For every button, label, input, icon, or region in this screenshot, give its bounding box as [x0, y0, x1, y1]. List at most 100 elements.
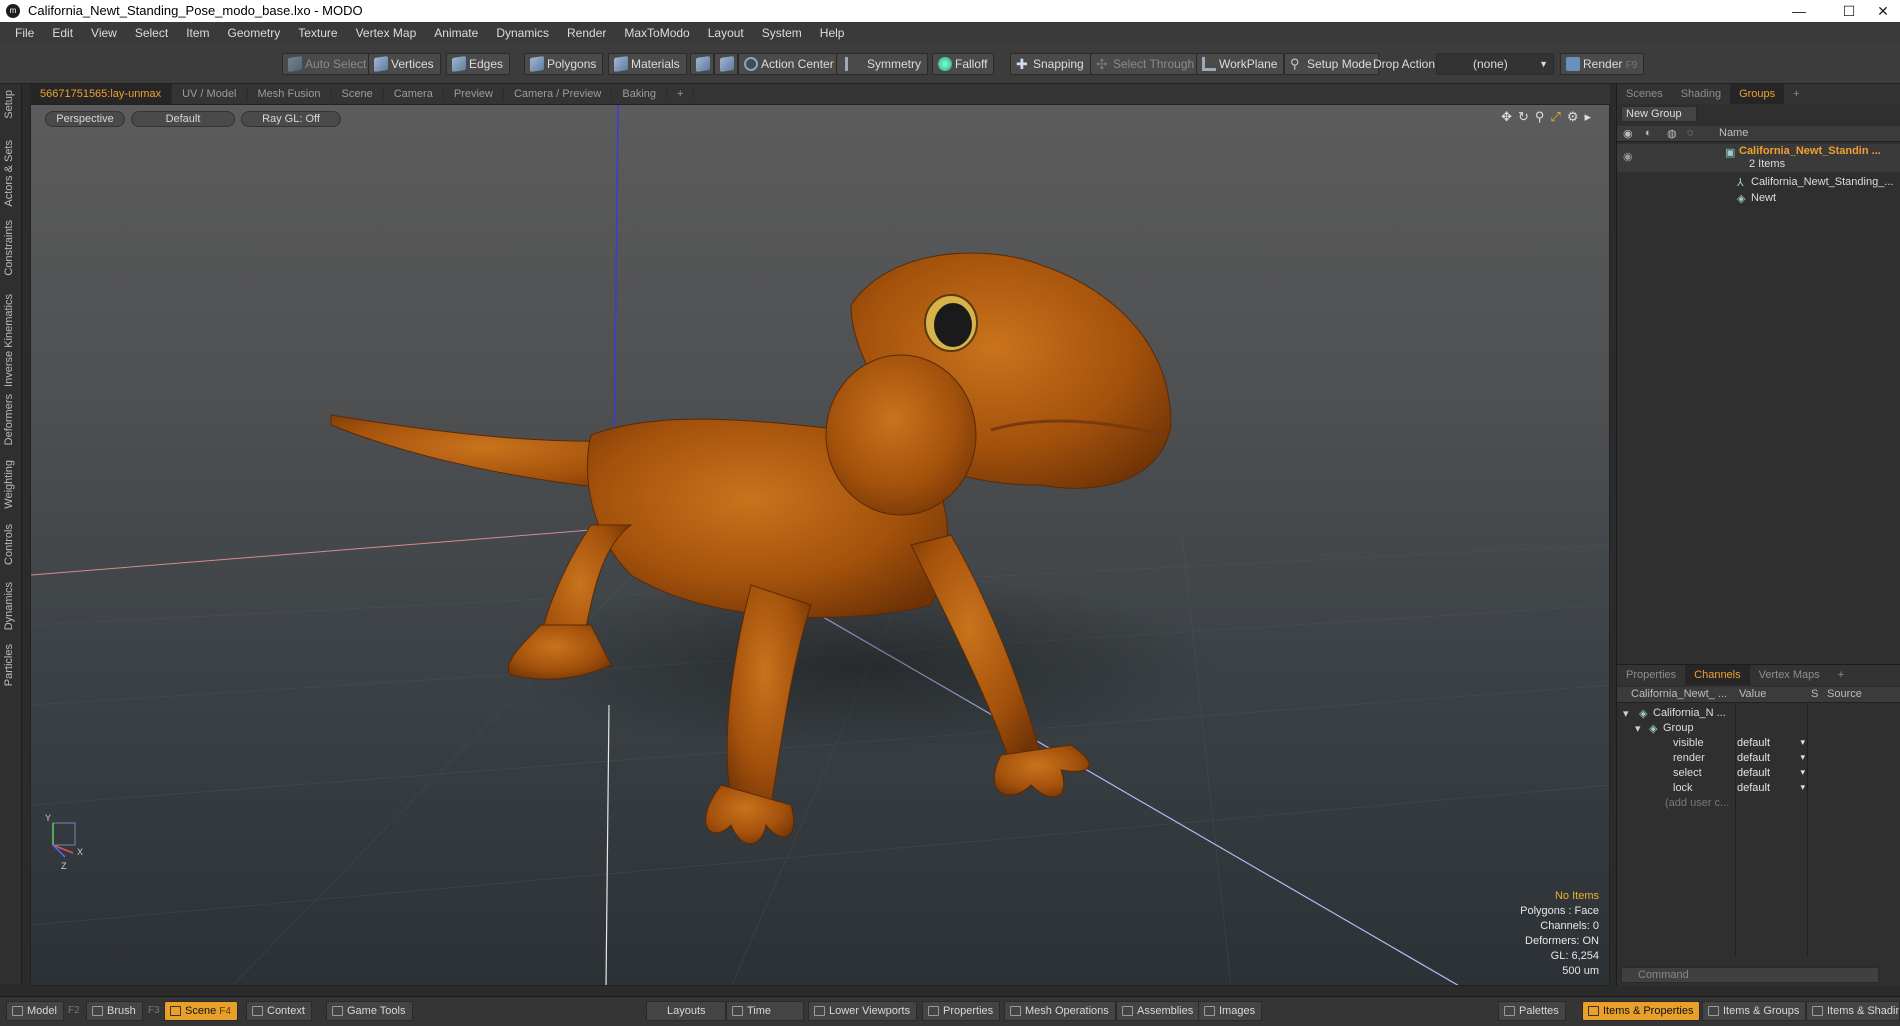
rotate-view-icon[interactable]: ↻ [1518, 109, 1529, 125]
3d-viewport[interactable]: Y X Z Perspective Default Ray GL: Off ✥ … [30, 104, 1610, 986]
new-group-button[interactable]: New Group [1621, 106, 1697, 122]
zoom-view-icon[interactable]: ⚲ [1535, 109, 1545, 125]
tab-setup[interactable]: Setup [3, 90, 15, 119]
items-groups-button[interactable]: Items & Groups [1702, 1001, 1807, 1021]
tab-baking[interactable]: Baking [612, 88, 668, 100]
add-tab-button[interactable]: + [667, 88, 695, 100]
menu-dynamics[interactable]: Dynamics [487, 26, 558, 40]
add-user-channel-row[interactable]: (add user c... [1617, 797, 1900, 812]
render-button[interactable]: Render F9 [1560, 53, 1645, 75]
tab-constraints[interactable]: Constraints [3, 220, 15, 276]
tab-channels[interactable]: Channels [1685, 665, 1750, 685]
falloff-button[interactable]: Falloff [932, 53, 995, 75]
symmetry-button[interactable]: Symmetry [836, 53, 928, 75]
tab-deformers[interactable]: Deformers [3, 394, 15, 445]
minimize-button[interactable]: — [1776, 1, 1822, 21]
fit-view-icon[interactable]: ⤢ [1550, 109, 1560, 125]
group-row[interactable]: ◉ ▣ California_Newt_Standin ... 2 Items [1617, 144, 1900, 172]
menu-select[interactable]: Select [126, 26, 177, 40]
snapping-button[interactable]: ✚ Snapping [1010, 53, 1091, 75]
viewport-menu-icon[interactable]: ▸ [1584, 109, 1591, 125]
tab-camera-preview[interactable]: Camera / Preview [504, 88, 613, 100]
menu-maxtomodo[interactable]: MaxToModo [615, 26, 698, 40]
model-layout-button[interactable]: Model [6, 1001, 64, 1021]
expand-arrow-icon[interactable]: ▾ [1623, 707, 1629, 720]
menu-texture[interactable]: Texture [289, 26, 346, 40]
raygl-toggle[interactable]: Ray GL: Off [241, 111, 341, 127]
assemblies-button[interactable]: Assemblies [1116, 1001, 1201, 1021]
channel-row-render[interactable]: render default [1617, 752, 1900, 767]
menu-help[interactable]: Help [811, 26, 854, 40]
tab-vertex-maps[interactable]: Vertex Maps [1750, 669, 1829, 681]
tab-layout-unmax[interactable]: 56671751565:lay-unmax [30, 84, 173, 104]
mesh-operations-button[interactable]: Mesh Operations [1004, 1001, 1116, 1021]
expand-arrow-icon[interactable]: ▾ [1635, 722, 1641, 735]
menu-edit[interactable]: Edit [43, 26, 82, 40]
tab-actors-sets[interactable]: Actors & Sets [3, 140, 15, 207]
add-channel-tab-button[interactable]: + [1829, 669, 1853, 681]
images-button[interactable]: Images [1198, 1001, 1263, 1021]
perspective-toggle[interactable]: Perspective [45, 111, 125, 127]
menu-render[interactable]: Render [558, 26, 615, 40]
game-tools-layout-button[interactable]: Game Tools [326, 1001, 413, 1021]
channel-value-dropdown[interactable]: default [1737, 767, 1807, 779]
tab-inverse-kinematics[interactable]: Inverse Kinematics [3, 294, 15, 387]
channel-row-select[interactable]: select default [1617, 767, 1900, 782]
brush-layout-button[interactable]: Brush [86, 1001, 143, 1021]
menu-layout[interactable]: Layout [699, 26, 753, 40]
channel-value-dropdown[interactable]: default [1737, 752, 1807, 764]
auto-select-button[interactable]: Auto Select [282, 53, 374, 75]
context-layout-button[interactable]: Context [246, 1001, 312, 1021]
tab-shading[interactable]: Shading [1672, 88, 1730, 100]
menu-file[interactable]: File [6, 26, 43, 40]
layouts-button[interactable]: Layouts [646, 1001, 726, 1021]
tab-particles[interactable]: Particles [3, 644, 15, 686]
polygons-button[interactable]: Polygons [524, 53, 604, 75]
move-view-icon[interactable]: ✥ [1501, 109, 1512, 125]
menu-view[interactable]: View [82, 26, 126, 40]
tab-scenes[interactable]: Scenes [1617, 88, 1672, 100]
tab-dynamics[interactable]: Dynamics [3, 582, 15, 630]
add-panel-tab-button[interactable]: + [1784, 88, 1808, 100]
select-mode-button-a[interactable] [690, 53, 714, 75]
menu-geometry[interactable]: Geometry [219, 26, 290, 40]
lower-viewports-button[interactable]: Lower Viewports [808, 1001, 918, 1021]
palettes-button[interactable]: Palettes [1498, 1001, 1566, 1021]
menu-animate[interactable]: Animate [425, 26, 487, 40]
tab-uv-model[interactable]: UV / Model [172, 88, 248, 100]
menu-system[interactable]: System [753, 26, 811, 40]
channel-tree-root[interactable]: ▾ ◈ California_N ... [1617, 707, 1900, 722]
tab-scene[interactable]: Scene [332, 88, 384, 100]
drop-action-select[interactable]: (none) ▼ [1436, 53, 1554, 75]
close-button[interactable]: ✕ [1860, 1, 1900, 21]
channel-tree-group[interactable]: ▾ ◈ Group [1617, 722, 1900, 737]
shading-toggle[interactable]: Default [131, 111, 235, 127]
tab-preview[interactable]: Preview [444, 88, 504, 100]
vertices-button[interactable]: Vertices [368, 53, 441, 75]
channel-value-dropdown[interactable]: default [1737, 737, 1807, 749]
channel-row-visible[interactable]: visible default [1617, 737, 1900, 752]
group-child-row[interactable]: ⅄ California_Newt_Standing_... [1617, 176, 1900, 191]
tab-camera[interactable]: Camera [384, 88, 444, 100]
tab-properties[interactable]: Properties [1617, 669, 1685, 681]
setup-mode-button[interactable]: ⚲ Setup Mode [1284, 53, 1379, 75]
visibility-eye-icon[interactable]: ◉ [1623, 150, 1633, 163]
menu-item[interactable]: Item [177, 26, 218, 40]
select-through-button[interactable]: ✣ Select Through [1090, 53, 1202, 75]
items-shading-button[interactable]: Items & Shadin [1806, 1001, 1900, 1021]
action-center-button[interactable]: Action Center [738, 53, 841, 75]
viewport-settings-icon[interactable]: ⚙ [1567, 109, 1579, 125]
items-properties-button[interactable]: Items & Properties [1582, 1001, 1701, 1021]
channel-row-lock[interactable]: lock default [1617, 782, 1900, 797]
time-button[interactable]: Time [726, 1001, 804, 1021]
tab-groups[interactable]: Groups [1730, 84, 1785, 104]
group-child-row[interactable]: ◈ Newt [1617, 192, 1900, 207]
properties-button[interactable]: Properties [922, 1001, 1001, 1021]
channel-value-dropdown[interactable]: default [1737, 782, 1807, 794]
tab-mesh-fusion[interactable]: Mesh Fusion [248, 88, 332, 100]
materials-button[interactable]: Materials [608, 53, 687, 75]
command-input[interactable]: Command [1621, 967, 1879, 983]
tab-controls[interactable]: Controls [3, 524, 15, 565]
menu-vertex-map[interactable]: Vertex Map [347, 26, 426, 40]
select-mode-button-b[interactable] [714, 53, 738, 75]
